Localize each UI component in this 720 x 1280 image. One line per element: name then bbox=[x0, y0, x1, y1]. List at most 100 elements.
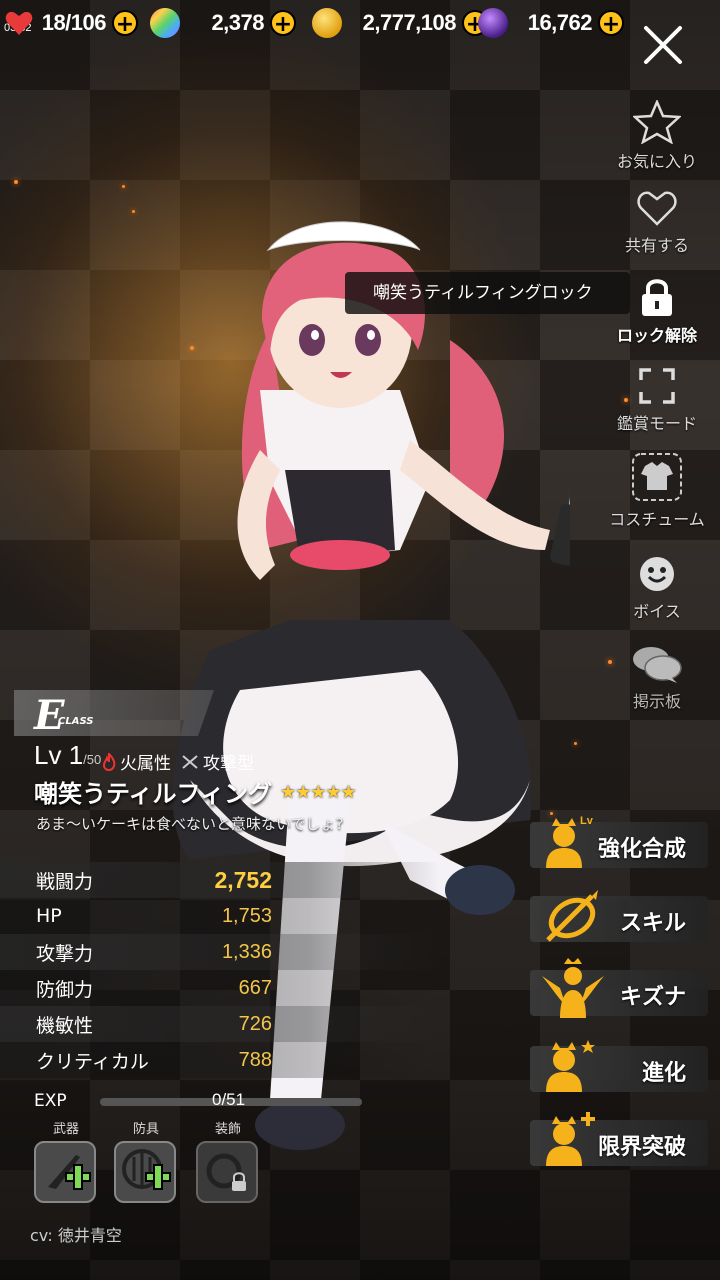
enhance-label: 強化合成 bbox=[597, 837, 686, 862]
crystal-value: 16,762 bbox=[527, 10, 593, 35]
evolve-button[interactable]: 進化 bbox=[530, 1040, 708, 1092]
lock-tooltip: 嘲笑うティルフィングロック bbox=[345, 272, 630, 314]
class-label: CLASS bbox=[58, 716, 94, 727]
ember-particle bbox=[132, 210, 135, 213]
stat-label: HP bbox=[36, 905, 62, 927]
resource-bar: 03:32 18/106 + 2,378 + 2,777,108 + 16,76… bbox=[0, 0, 720, 46]
resource-stamina: 18/106 + bbox=[4, 6, 138, 40]
chat-bubbles-icon bbox=[633, 647, 682, 683]
skill-icon bbox=[546, 890, 598, 942]
voice-label: ボイス bbox=[633, 602, 681, 621]
voice-actor: cv: 徳井青空 bbox=[30, 1226, 122, 1245]
stat-label: 攻撃力 bbox=[36, 942, 94, 965]
level-display: Lv 1/50 bbox=[34, 740, 101, 771]
board-label: 掲示板 bbox=[632, 692, 681, 711]
attribute-row: 火属性 攻撃型 bbox=[102, 749, 254, 774]
level-prefix: Lv bbox=[34, 740, 62, 770]
dark-crystal-icon bbox=[478, 8, 508, 38]
gem-value: 2,378 bbox=[211, 10, 264, 35]
stat-row-critical: クリティカル 788 bbox=[0, 1042, 440, 1078]
level-max: /50 bbox=[83, 752, 102, 767]
character-star-icon bbox=[546, 1040, 595, 1092]
stamina-value: 18/106 bbox=[41, 10, 107, 35]
star-icon bbox=[633, 100, 681, 144]
skill-button[interactable]: スキル bbox=[530, 890, 708, 942]
stat-value: 667 bbox=[238, 976, 272, 999]
favorite-label: お気に入り bbox=[616, 152, 697, 171]
stat-value: 788 bbox=[238, 1048, 272, 1071]
costume-button[interactable]: コスチューム bbox=[602, 452, 712, 530]
weapon-slot[interactable]: 武器 bbox=[34, 1118, 98, 1203]
view-mode-label: 鑑賞モード bbox=[616, 414, 697, 433]
unlock-label: ロック解除 bbox=[616, 326, 697, 345]
bond-label: キズナ bbox=[619, 985, 686, 1010]
accessory-slot[interactable]: 装飾 bbox=[196, 1118, 260, 1203]
heart-outline-icon bbox=[637, 191, 677, 226]
bond-button[interactable]: キズナ bbox=[530, 958, 708, 1018]
ember-particle bbox=[122, 185, 125, 188]
share-label: 共有する bbox=[624, 236, 689, 255]
enhance-button[interactable]: Lv 強化合成 bbox=[530, 815, 708, 868]
stat-label: クリティカル bbox=[36, 1050, 149, 1073]
stat-label: 防御力 bbox=[36, 978, 94, 1001]
stat-row-hp: HP 1,753 bbox=[0, 898, 440, 934]
resource-gold: 2,777,108 + bbox=[312, 6, 488, 40]
ember-particle bbox=[14, 180, 18, 184]
stat-value: 726 bbox=[238, 1012, 272, 1035]
resource-crystal: 16,762 + bbox=[478, 6, 624, 40]
winged-character-icon bbox=[542, 958, 604, 1018]
resource-gem: 2,378 + bbox=[150, 6, 296, 40]
weapon-label: 武器 bbox=[52, 1122, 79, 1137]
rarity-stars: ★★★★★ bbox=[280, 782, 357, 803]
swords-icon bbox=[182, 754, 198, 769]
heart-icon bbox=[4, 8, 34, 38]
view-mode-button[interactable]: 鑑賞モード bbox=[602, 366, 712, 434]
character-plus-icon bbox=[546, 1112, 595, 1166]
limit-break-button[interactable]: 限界突破 bbox=[530, 1112, 708, 1166]
character-name: 嘲笑うティルフィング bbox=[34, 780, 273, 808]
type-label: 攻撃型 bbox=[203, 754, 254, 774]
stats-table: 戦闘力 2,752 HP 1,753 攻撃力 1,336 防御力 667 機敏性… bbox=[0, 862, 440, 1078]
skill-label: スキル bbox=[619, 911, 686, 936]
share-button[interactable]: 共有する bbox=[602, 188, 712, 256]
level-value: 1 bbox=[68, 740, 84, 770]
shield-icon bbox=[114, 1141, 176, 1203]
stat-row-attack: 攻撃力 1,336 bbox=[0, 934, 440, 970]
add-stamina-button[interactable]: + bbox=[112, 10, 138, 37]
stat-row-agility: 機敏性 726 bbox=[0, 1006, 440, 1042]
gold-value: 2,777,108 bbox=[362, 10, 457, 35]
character-quote: あま～いケーキは食べないと意味ないでしょ? bbox=[36, 815, 344, 833]
element-label: 火属性 bbox=[120, 754, 171, 774]
stat-label: 戦闘力 bbox=[36, 870, 94, 893]
gold-coin-icon bbox=[312, 8, 342, 38]
stat-row-power: 戦闘力 2,752 bbox=[0, 862, 440, 898]
exp-label: EXP bbox=[34, 1091, 67, 1111]
fullscreen-icon bbox=[639, 368, 675, 404]
armor-label: 防具 bbox=[132, 1122, 159, 1137]
shirt-icon bbox=[632, 453, 682, 501]
level-badge-text: Lv bbox=[580, 815, 594, 827]
costume-label: コスチューム bbox=[609, 510, 705, 529]
lock-icon bbox=[642, 279, 672, 316]
stat-row-defense: 防御力 667 bbox=[0, 970, 440, 1006]
evolve-label: 進化 bbox=[641, 1061, 686, 1086]
fire-icon bbox=[102, 752, 116, 771]
knife-icon bbox=[34, 1141, 96, 1203]
voice-button[interactable]: ボイス bbox=[602, 554, 712, 622]
ring-lock-icon bbox=[196, 1141, 258, 1203]
character-level-icon: Lv bbox=[546, 815, 594, 868]
stat-value: 1,753 bbox=[221, 904, 272, 927]
stat-value: 2,752 bbox=[214, 866, 272, 893]
stat-value: 1,336 bbox=[221, 940, 272, 963]
add-gem-button[interactable]: + bbox=[270, 10, 296, 37]
unlock-button[interactable]: ロック解除 bbox=[602, 276, 712, 346]
close-icon[interactable] bbox=[640, 22, 686, 68]
armor-slot[interactable]: 防具 bbox=[114, 1118, 178, 1203]
gem-icon bbox=[150, 8, 180, 38]
add-crystal-button[interactable]: + bbox=[598, 10, 624, 37]
accessory-label: 装飾 bbox=[214, 1122, 241, 1137]
smile-icon bbox=[640, 557, 674, 591]
ember-particle bbox=[574, 742, 577, 745]
board-button[interactable]: 掲示板 bbox=[602, 644, 712, 712]
favorite-button[interactable]: お気に入り bbox=[602, 100, 712, 172]
